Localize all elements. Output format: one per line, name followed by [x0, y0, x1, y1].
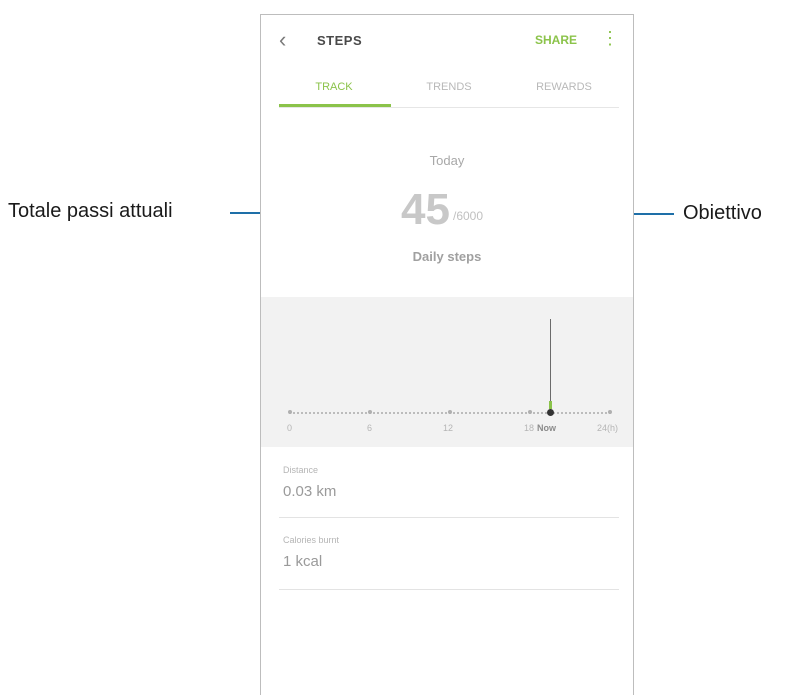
x-tick-label: 24(h) — [597, 423, 619, 433]
steps-bar — [549, 401, 552, 409]
period-label: Today — [429, 153, 465, 168]
now-marker-line — [550, 319, 551, 411]
distance-stat: Distance 0.03 km — [279, 455, 619, 518]
tick-mark — [608, 410, 612, 414]
tab-rewards[interactable]: REWARDS — [509, 81, 619, 93]
daily-steps-caption: Daily steps — [412, 249, 482, 264]
share-button[interactable]: SHARE — [535, 33, 577, 47]
more-vertical-icon[interactable]: ⋮ — [601, 29, 619, 47]
x-tick-label: 12 — [443, 423, 454, 433]
now-label: Now — [537, 423, 556, 433]
calories-label: Calories burnt — [283, 535, 340, 545]
tab-track[interactable]: TRACK — [279, 81, 389, 93]
phone-screen: ‹ STEPS SHARE ⋮ TRACK TRENDS REWARDS Tod… — [260, 14, 634, 695]
page-title: STEPS — [317, 33, 363, 48]
tick-mark — [528, 410, 532, 414]
calories-value: 1 kcal — [283, 553, 323, 570]
callout-goal: Obiettivo — [683, 202, 762, 224]
chevron-left-icon[interactable]: ‹ — [279, 27, 286, 53]
active-tab-indicator — [279, 104, 391, 107]
steps-goal-value: /6000 — [453, 209, 484, 223]
callout-current-steps: Totale passi attuali — [8, 200, 173, 222]
now-marker-dot — [547, 409, 554, 416]
distance-value: 0.03 km — [283, 483, 337, 500]
tab-trends[interactable]: TRENDS — [394, 81, 504, 93]
tick-mark — [368, 410, 372, 414]
steps-timeline-chart: 0 6 12 18 Now 24(h) — [261, 297, 633, 447]
x-tick-label: 6 — [367, 423, 373, 433]
x-tick-label: 18 — [524, 423, 535, 433]
calories-stat: Calories burnt 1 kcal — [279, 525, 619, 590]
tick-mark — [288, 410, 292, 414]
tick-mark — [448, 410, 452, 414]
app-bar: ‹ STEPS SHARE ⋮ — [261, 15, 633, 67]
x-tick-label: 0 — [287, 423, 293, 433]
distance-label: Distance — [283, 465, 319, 475]
current-steps-value: 45 — [401, 185, 450, 234]
tab-bar: TRACK TRENDS REWARDS — [279, 75, 619, 108]
